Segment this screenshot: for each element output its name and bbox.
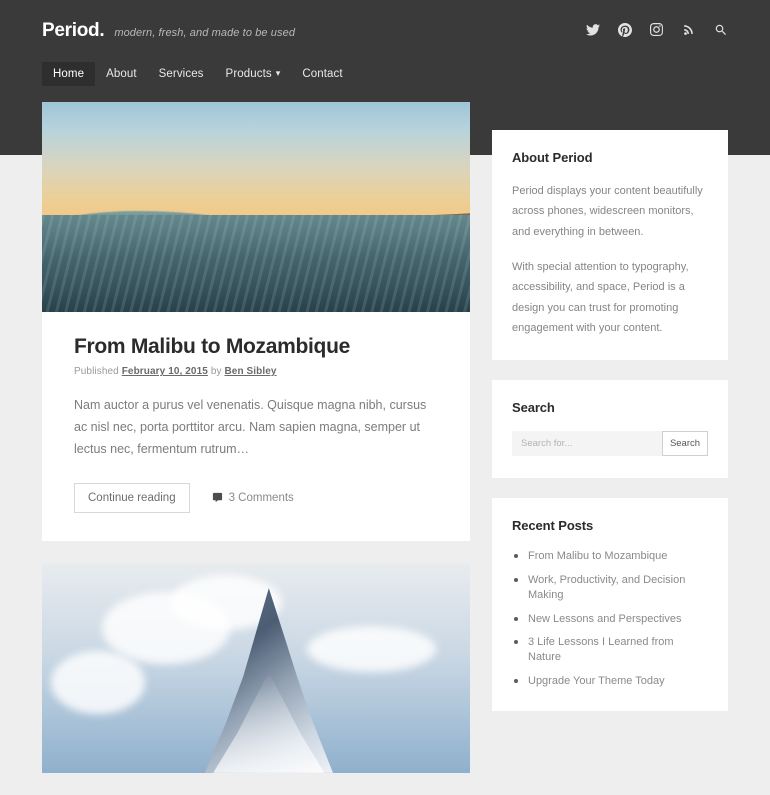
nav-item-contact[interactable]: Contact: [291, 62, 353, 86]
search-input[interactable]: [512, 431, 662, 457]
nav-item-products[interactable]: Products ▾: [215, 62, 292, 86]
comment-bubble-icon: [212, 492, 223, 503]
about-paragraph-2: With special attention to typography, ac…: [512, 261, 689, 335]
list-item[interactable]: Upgrade Your Theme Today: [512, 674, 708, 689]
recent-posts-list: From Malibu to Mozambique Work, Producti…: [512, 549, 708, 689]
nav-label: Services: [158, 68, 204, 80]
site-tagline: modern, fresh, and made to be used: [114, 27, 296, 39]
widget-title: Search: [512, 400, 555, 416]
widget-recent-posts: Recent Posts From Malibu to Mozambique W…: [492, 498, 728, 712]
nav-item-services[interactable]: Services: [148, 62, 215, 86]
comments-count-label: 3 Comments: [228, 491, 294, 504]
comments-link[interactable]: 3 Comments: [212, 492, 294, 504]
nav-item-home[interactable]: Home: [42, 62, 96, 86]
post-meta: Published February 10, 2015 by Ben Sible…: [74, 366, 438, 377]
post-author-link[interactable]: Ben Sibley: [224, 366, 276, 377]
post-title[interactable]: From Malibu to Mozambique: [74, 334, 438, 360]
nav-label: Products: [225, 68, 272, 80]
primary-navigation: Home About Services Products ▾ Contact: [42, 62, 354, 86]
nav-label: About: [106, 68, 137, 80]
post-actions: Continue reading 3 Comments: [74, 482, 438, 513]
search-submit-button[interactable]: Search: [662, 431, 708, 457]
about-paragraph-1: Period displays your content beautifully…: [512, 185, 703, 238]
nav-item-about[interactable]: About: [95, 62, 148, 86]
chevron-down-icon: ▾: [275, 68, 281, 78]
rss-icon[interactable]: [681, 22, 696, 37]
widget-about: About Period Period displays your conten…: [492, 130, 728, 361]
post-card: [42, 562, 470, 773]
pinterest-icon[interactable]: [617, 22, 632, 37]
site-logo[interactable]: Period.: [42, 20, 105, 42]
ocean-water: [42, 215, 470, 312]
main-content: From Malibu to Mozambique Published Febr…: [42, 102, 470, 795]
post-body: From Malibu to Mozambique Published Febr…: [42, 312, 470, 541]
post-card: From Malibu to Mozambique Published Febr…: [42, 102, 470, 541]
continue-reading-button[interactable]: Continue reading: [74, 482, 190, 513]
list-item[interactable]: Work, Productivity, and Decision Making: [512, 573, 708, 604]
search-icon[interactable]: [713, 22, 728, 37]
post-excerpt: Nam auctor a purus vel venenatis. Quisqu…: [74, 398, 427, 456]
branding: Period. modern, fresh, and made to be us…: [42, 20, 295, 42]
widget-search: Search Search: [492, 380, 728, 479]
post-featured-image[interactable]: [42, 562, 470, 773]
instagram-icon[interactable]: [649, 22, 664, 37]
sidebar: About Period Period displays your conten…: [492, 130, 728, 731]
published-label: Published: [74, 366, 119, 378]
nav-label: Contact: [302, 68, 343, 80]
search-form: Search: [512, 431, 708, 457]
nav-label: Home: [53, 68, 85, 80]
list-item[interactable]: New Lessons and Perspectives: [512, 612, 708, 627]
post-featured-image[interactable]: [42, 102, 470, 312]
list-item[interactable]: From Malibu to Mozambique: [512, 549, 708, 564]
post-date-link[interactable]: February 10, 2015: [122, 366, 208, 377]
list-item[interactable]: 3 Life Lessons I Learned from Nature: [512, 635, 708, 666]
twitter-icon[interactable]: [585, 22, 600, 37]
widget-title: About Period: [512, 150, 593, 165]
by-label: by: [210, 366, 222, 378]
social-links: [585, 22, 728, 37]
widget-title: Recent Posts: [512, 518, 594, 534]
